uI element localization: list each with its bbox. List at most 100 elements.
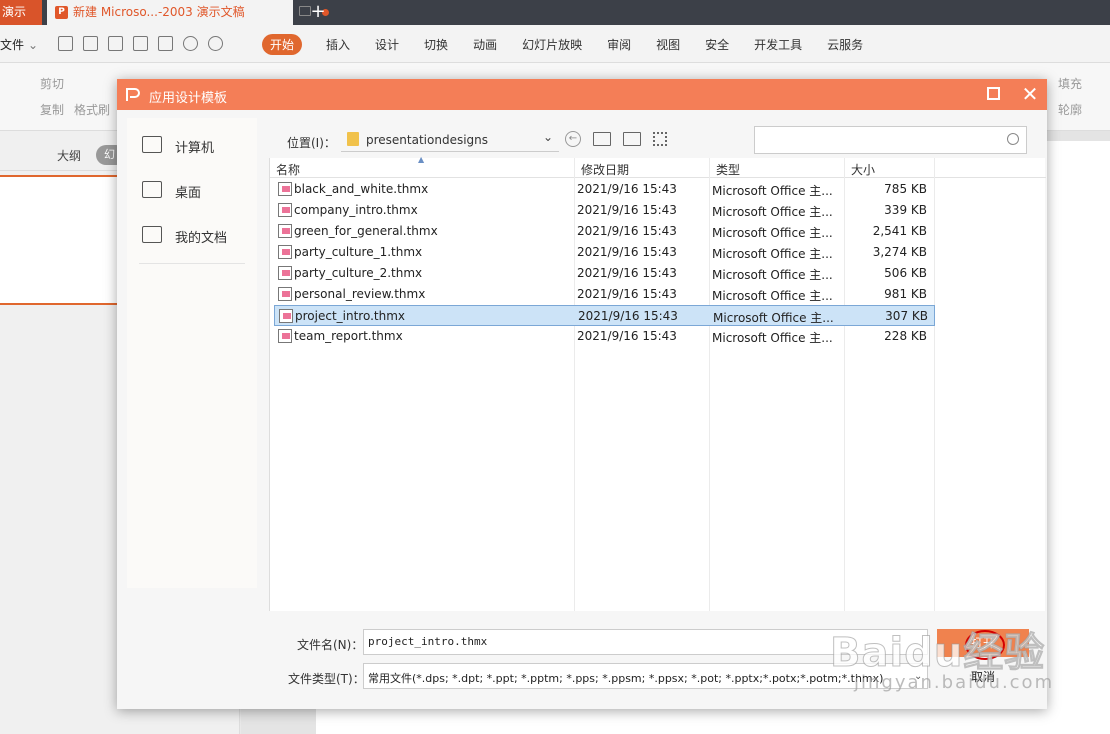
file-row[interactable]: company_intro.thmx 2021/9/16 15:43 Microso… — [274, 200, 935, 221]
file-type: Microsoft Office 主... — [712, 205, 833, 219]
file-row[interactable]: party_culture_2.thmx 2021/9/16 15:43 Micro… — [274, 263, 935, 284]
search-icon[interactable] — [1007, 133, 1019, 145]
file-row[interactable]: party_culture_1.thmx 2021/9/16 15:43 Micro… — [274, 242, 935, 263]
cut-button[interactable]: 剪切 — [40, 75, 64, 92]
place-computer[interactable]: 计算机 — [127, 130, 257, 160]
computer-icon — [142, 136, 162, 153]
ribbon-tab[interactable]: 设计 — [375, 36, 399, 53]
file-name: green_for_general.thmx — [294, 224, 438, 238]
file-row[interactable]: team_report.thmx 2021/9/16 15:43 Microsoft… — [274, 326, 935, 347]
ribbon-tab[interactable]: 插入 — [326, 36, 350, 53]
dialog-title-bar[interactable]: 应用设计模板 ✕ — [117, 79, 1047, 110]
file-size: 785 KB — [884, 182, 927, 196]
tab-outline[interactable]: 大纲 — [57, 147, 81, 164]
new-folder-icon[interactable] — [623, 132, 641, 146]
ribbon-tab[interactable]: 开发工具 — [754, 36, 802, 53]
file-type: Microsoft Office 主... — [712, 289, 833, 303]
baidu-jingyan-watermark: Baidu经验 jingyan.baidu.com — [829, 620, 1060, 710]
file-row[interactable]: green_for_general.thmx 2021/9/16 15:43 Mic… — [274, 221, 935, 242]
file-date: 2021/9/16 15:43 — [578, 309, 678, 323]
open-folder-icon[interactable] — [58, 36, 73, 51]
copy-button[interactable]: 复制 — [40, 101, 64, 118]
column-header-size[interactable]: 大小 — [851, 161, 875, 178]
sort-ascending-icon: ▲ — [418, 155, 425, 164]
file-date: 2021/9/16 15:43 — [577, 224, 677, 238]
file-type: Microsoft Office 主... — [712, 331, 833, 345]
place-label: 我的文档 — [175, 231, 228, 246]
ribbon-tab[interactable]: 审阅 — [607, 36, 631, 53]
file-name: black_and_white.thmx — [294, 182, 429, 196]
file-date: 2021/9/16 15:43 — [577, 182, 677, 196]
outline-button[interactable]: 轮廓 — [1058, 101, 1082, 118]
print-icon[interactable] — [133, 36, 148, 51]
location-dropdown[interactable]: presentationdesigns ⌄ — [341, 126, 559, 152]
tab-document[interactable]: P 新建 Microso...-2003 演示文稿 — [47, 0, 329, 25]
ppt-file-icon: P — [55, 6, 68, 19]
ribbon-tab[interactable]: 动画 — [473, 36, 497, 53]
new-tab-button[interactable]: + — [308, 0, 328, 25]
save-icon[interactable] — [83, 36, 98, 51]
place-my-documents[interactable]: 我的文档 — [127, 220, 257, 250]
file-date: 2021/9/16 15:43 — [577, 203, 677, 217]
format-painter-button[interactable]: 格式刷 — [74, 101, 110, 118]
location-value: presentationdesigns — [366, 133, 489, 147]
undo-icon[interactable] — [183, 36, 198, 51]
file-type: Microsoft Office 主... — [712, 226, 833, 240]
file-type: Microsoft Office 主... — [712, 268, 833, 282]
navigation-toolbar: ← — [565, 131, 667, 147]
file-size: 506 KB — [884, 266, 927, 280]
ribbon-tabs: 开始 插入 设计 切换 动画 幻灯片放映 审阅 视图 安全 开发工具 云服务 — [262, 34, 888, 55]
location-label: 位置(I)： — [287, 136, 336, 150]
folder-icon — [347, 132, 359, 146]
back-icon[interactable]: ← — [565, 131, 581, 147]
search-input[interactable] — [754, 126, 1027, 154]
file-name: personal_review.thmx — [294, 287, 426, 301]
file-name: party_culture_2.thmx — [294, 266, 423, 280]
tab-presentation[interactable]: 演示 — [0, 0, 42, 25]
file-type: Microsoft Office 主... — [712, 184, 833, 198]
close-icon[interactable]: ✕ — [1020, 83, 1040, 105]
file-size: 228 KB — [884, 329, 927, 343]
dialog-title: 应用设计模板 — [149, 91, 228, 106]
file-row[interactable]: personal_review.thmx 2021/9/16 15:43 Micro… — [274, 284, 935, 305]
file-size: 339 KB — [884, 203, 927, 217]
pdf-icon[interactable] — [108, 36, 123, 51]
apply-design-template-dialog: 应用设计模板 ✕ 计算机 桌面 我的文档 位置(I)： presentation… — [117, 79, 1047, 709]
theme-file-icon — [278, 224, 292, 238]
ribbon-tab[interactable]: 云服务 — [827, 36, 863, 53]
file-name: company_intro.thmx — [294, 203, 418, 217]
ribbon-tab[interactable]: 视图 — [656, 36, 680, 53]
file-list: 名称 ▲ 修改日期 类型 大小 black_and_white.thmx 2021… — [269, 155, 1046, 611]
file-row[interactable]: black_and_white.thmx 2021/9/16 15:43 Micro… — [274, 179, 935, 200]
watermark-url: jingyan.baidu.com — [854, 672, 1055, 693]
ribbon-tab[interactable]: 安全 — [705, 36, 729, 53]
theme-file-icon — [278, 203, 292, 217]
ribbon-tab[interactable]: 切换 — [424, 36, 448, 53]
tab-document-label: 新建 Microso...-2003 演示文稿 — [73, 5, 245, 19]
desktop-icon — [142, 181, 162, 198]
file-date: 2021/9/16 15:43 — [577, 266, 677, 280]
file-name: party_culture_1.thmx — [294, 245, 423, 259]
up-folder-icon[interactable] — [593, 132, 611, 146]
places-divider — [139, 263, 245, 264]
theme-file-icon — [278, 266, 292, 280]
column-header-type[interactable]: 类型 — [716, 161, 740, 178]
maximize-icon[interactable] — [987, 87, 1000, 100]
ribbon-tab[interactable]: 幻灯片放映 — [522, 36, 582, 53]
column-header-name[interactable]: 名称 — [276, 161, 300, 178]
view-menu-icon[interactable] — [653, 132, 667, 146]
file-row[interactable]: project_intro.thmx 2021/9/16 15:43 Microso… — [274, 305, 935, 326]
fill-button[interactable]: 填充 — [1058, 75, 1082, 92]
place-desktop[interactable]: 桌面 — [127, 175, 257, 205]
file-date: 2021/9/16 15:43 — [577, 329, 677, 343]
menu-file[interactable]: 文件 — [0, 36, 38, 53]
file-size: 2,541 KB — [872, 224, 927, 238]
theme-file-icon — [278, 245, 292, 259]
print-preview-icon[interactable] — [158, 36, 173, 51]
column-header-date[interactable]: 修改日期 — [581, 161, 629, 178]
ribbon-tab[interactable]: 开始 — [262, 34, 303, 55]
filetype-label: 文件类型(T)： — [288, 672, 365, 686]
file-type: Microsoft Office 主... — [713, 311, 834, 325]
chevron-down-icon[interactable]: ⌄ — [543, 130, 553, 144]
redo-icon[interactable] — [208, 36, 223, 51]
